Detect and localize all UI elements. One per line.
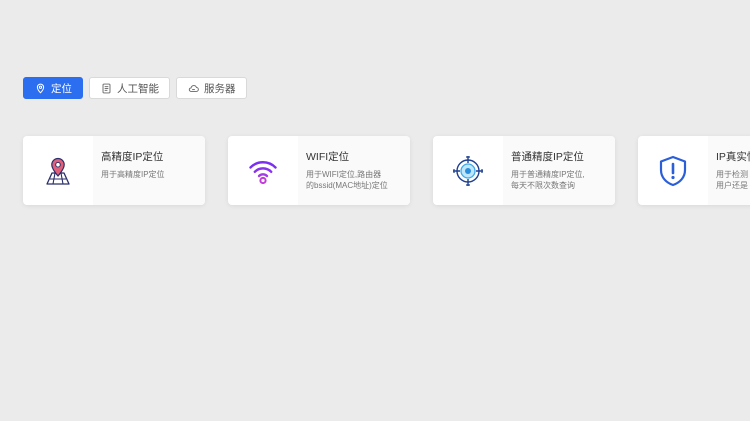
- cloud-server-icon: [188, 83, 199, 94]
- card-body: WIFI定位 用于WIFI定位,路由器 的bssid(MAC地址)定位: [298, 136, 410, 205]
- card-wifi-location[interactable]: WIFI定位 用于WIFI定位,路由器 的bssid(MAC地址)定位: [228, 136, 410, 205]
- card-high-precision-ip[interactable]: 高精度IP定位 用于高精度IP定位: [23, 136, 205, 205]
- tab-ai-label: 人工智能: [117, 82, 159, 95]
- tab-location-label: 定位: [51, 82, 72, 95]
- tab-location[interactable]: 定位: [23, 77, 83, 99]
- card-title: 普通精度IP定位: [511, 151, 584, 163]
- card-icon-area: [23, 136, 93, 205]
- card-normal-precision-ip[interactable]: 普通精度IP定位 用于普通精度IP定位, 每天不限次数查询: [433, 136, 615, 205]
- card-icon-area: [638, 136, 708, 205]
- card-icon-area: [433, 136, 503, 205]
- wifi-icon: [249, 160, 277, 184]
- card-title: WIFI定位: [306, 151, 350, 163]
- card-icon-area: [228, 136, 298, 205]
- card-body: 高精度IP定位 用于高精度IP定位: [93, 136, 205, 205]
- card-ip-authenticity[interactable]: IP真实性检测 用于检测 用户还是: [638, 136, 750, 205]
- card-description: 用于高精度IP定位: [101, 170, 165, 179]
- crosshair-target-icon: [453, 155, 483, 186]
- tab-server-label: 服务器: [204, 82, 236, 95]
- api-card-list: 高精度IP定位 用于高精度IP定位 WIFI定位 用于WIFI定位,路由器 的b…: [23, 136, 750, 205]
- map-pin-icon: [46, 157, 70, 185]
- card-body: IP真实性检测 用于检测 用户还是: [708, 136, 750, 205]
- document-icon: [101, 83, 112, 94]
- card-title: IP真实性检测: [716, 151, 750, 163]
- page: 定位 人工智能 服务器 高精度IP定位 用于高精度IP定位 WIFI定位 用于W…: [0, 0, 750, 421]
- tab-ai[interactable]: 人工智能: [89, 77, 170, 99]
- card-description: 用于普通精度IP定位, 每天不限次数查询: [511, 170, 585, 190]
- card-title: 高精度IP定位: [101, 151, 164, 163]
- category-tabs: 定位 人工智能 服务器: [23, 77, 247, 99]
- card-body: 普通精度IP定位 用于普通精度IP定位, 每天不限次数查询: [503, 136, 615, 205]
- location-pin-icon: [35, 83, 46, 94]
- card-description: 用于检测 用户还是: [716, 170, 748, 190]
- card-description: 用于WIFI定位,路由器 的bssid(MAC地址)定位: [306, 170, 388, 190]
- tab-server[interactable]: 服务器: [176, 77, 247, 99]
- shield-alert-icon: [659, 155, 687, 186]
